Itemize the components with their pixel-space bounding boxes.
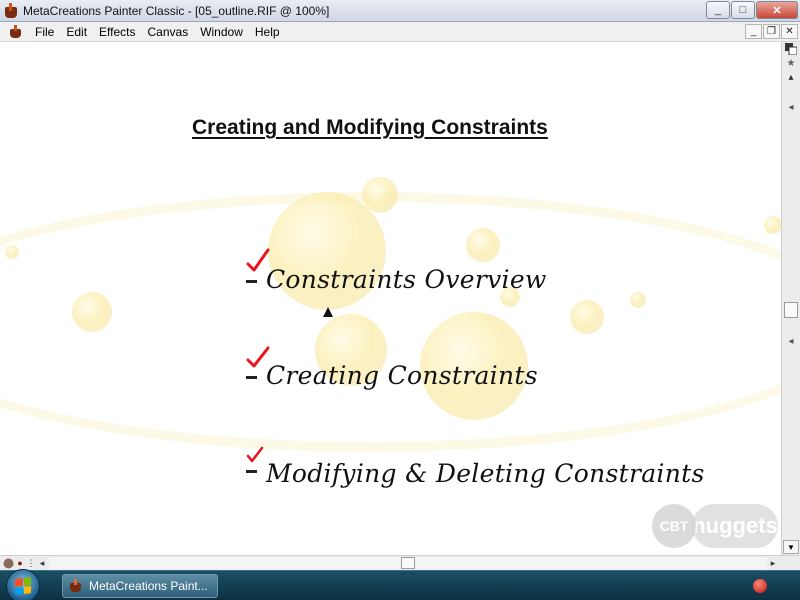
- bullet-dash: [246, 280, 257, 283]
- checkmark-icon: [246, 446, 264, 463]
- menu-effects[interactable]: Effects: [93, 22, 141, 42]
- color-swatch-icon[interactable]: [783, 42, 799, 56]
- scroll-up-arrow-icon[interactable]: ▴: [783, 70, 799, 84]
- background-bubble: [72, 292, 112, 332]
- watermark-circle: CBT: [652, 504, 696, 548]
- slide-title: Creating and Modifying Constraints: [192, 116, 548, 139]
- bullet-dash: [246, 470, 257, 473]
- painter-taskbar-icon: [69, 579, 83, 593]
- menu-help[interactable]: Help: [249, 22, 286, 42]
- doc-minimize-button[interactable]: _: [745, 24, 762, 39]
- menu-canvas[interactable]: Canvas: [142, 22, 195, 42]
- background-bubble: [570, 300, 604, 334]
- cbt-nuggets-watermark: nuggets CBT: [652, 502, 778, 550]
- menu-bar: File Edit Effects Canvas Window Help _ ❐…: [0, 22, 800, 42]
- star-icon[interactable]: ★: [783, 56, 799, 70]
- triangle-marker-icon: ◂: [788, 335, 794, 347]
- horizontal-scrollbar[interactable]: ● ⋮ ◂ ▸: [0, 555, 800, 570]
- horizontal-scroll-thumb[interactable]: [401, 557, 415, 569]
- bullet-text: Constraints Overview: [266, 265, 547, 294]
- painter-app-icon[interactable]: [3, 2, 19, 19]
- watermark-text: nuggets: [692, 504, 778, 548]
- background-bubble: [362, 177, 398, 213]
- vertical-scroll-thumb[interactable]: [784, 302, 798, 318]
- bullet-item: Modifying & Deleting Constraints: [246, 444, 705, 488]
- background-bubble: [5, 245, 19, 259]
- background-bubble: [764, 216, 781, 234]
- scroll-down-arrow-icon[interactable]: ▼: [783, 540, 799, 554]
- paint-bucket-icon[interactable]: [2, 557, 14, 569]
- menu-edit[interactable]: Edit: [60, 22, 93, 42]
- doc-close-button[interactable]: ✕: [781, 24, 798, 39]
- window-controls: _ □ ✕: [706, 1, 798, 19]
- checkmark-icon: [246, 248, 270, 272]
- checkmark-icon: [246, 346, 270, 368]
- document-menu-icon[interactable]: [9, 24, 23, 39]
- scroll-left-arrow-icon[interactable]: ◂: [36, 557, 48, 569]
- taskbar: MetaCreations Paint...: [0, 569, 800, 600]
- taskbar-painter-button[interactable]: MetaCreations Paint...: [62, 574, 218, 598]
- background-swoosh: [0, 192, 781, 452]
- doc-restore-button[interactable]: ❐: [763, 24, 780, 39]
- taskbar-button-label: MetaCreations Paint...: [89, 579, 208, 593]
- bullet-item: Constraints Overview: [246, 248, 547, 294]
- triangle-marker-icon: ◂: [788, 101, 794, 113]
- bullet-text: Creating Constraints: [266, 361, 538, 390]
- vertical-scrollbar[interactable]: ★ ▴ ◂ ◂ ▼: [781, 42, 800, 555]
- painter-window: MetaCreations Painter Classic - [05_outl…: [0, 0, 800, 600]
- close-button[interactable]: ✕: [756, 1, 798, 19]
- tray-red-ball-icon[interactable]: [753, 579, 767, 593]
- bullet-text: Modifying & Deleting Constraints: [266, 459, 705, 488]
- document-canvas[interactable]: Creating and Modifying Constraints Const…: [0, 42, 781, 555]
- bullet-dash: [246, 376, 257, 379]
- window-title: MetaCreations Painter Classic - [05_outl…: [23, 3, 330, 18]
- title-bar[interactable]: MetaCreations Painter Classic - [05_outl…: [0, 0, 800, 22]
- bullet-item: Creating Constraints: [246, 346, 538, 390]
- background-bubble: [630, 292, 646, 308]
- menu-file[interactable]: File: [29, 22, 60, 42]
- minimize-button[interactable]: _: [706, 1, 730, 19]
- document-controls: _ ❐ ✕: [745, 24, 798, 39]
- scroll-right-arrow-icon[interactable]: ▸: [767, 557, 779, 569]
- maximize-button[interactable]: □: [731, 1, 755, 19]
- menu-window[interactable]: Window: [194, 22, 249, 42]
- windows-start-icon[interactable]: [6, 569, 40, 600]
- mouse-cursor-icon: [323, 307, 333, 317]
